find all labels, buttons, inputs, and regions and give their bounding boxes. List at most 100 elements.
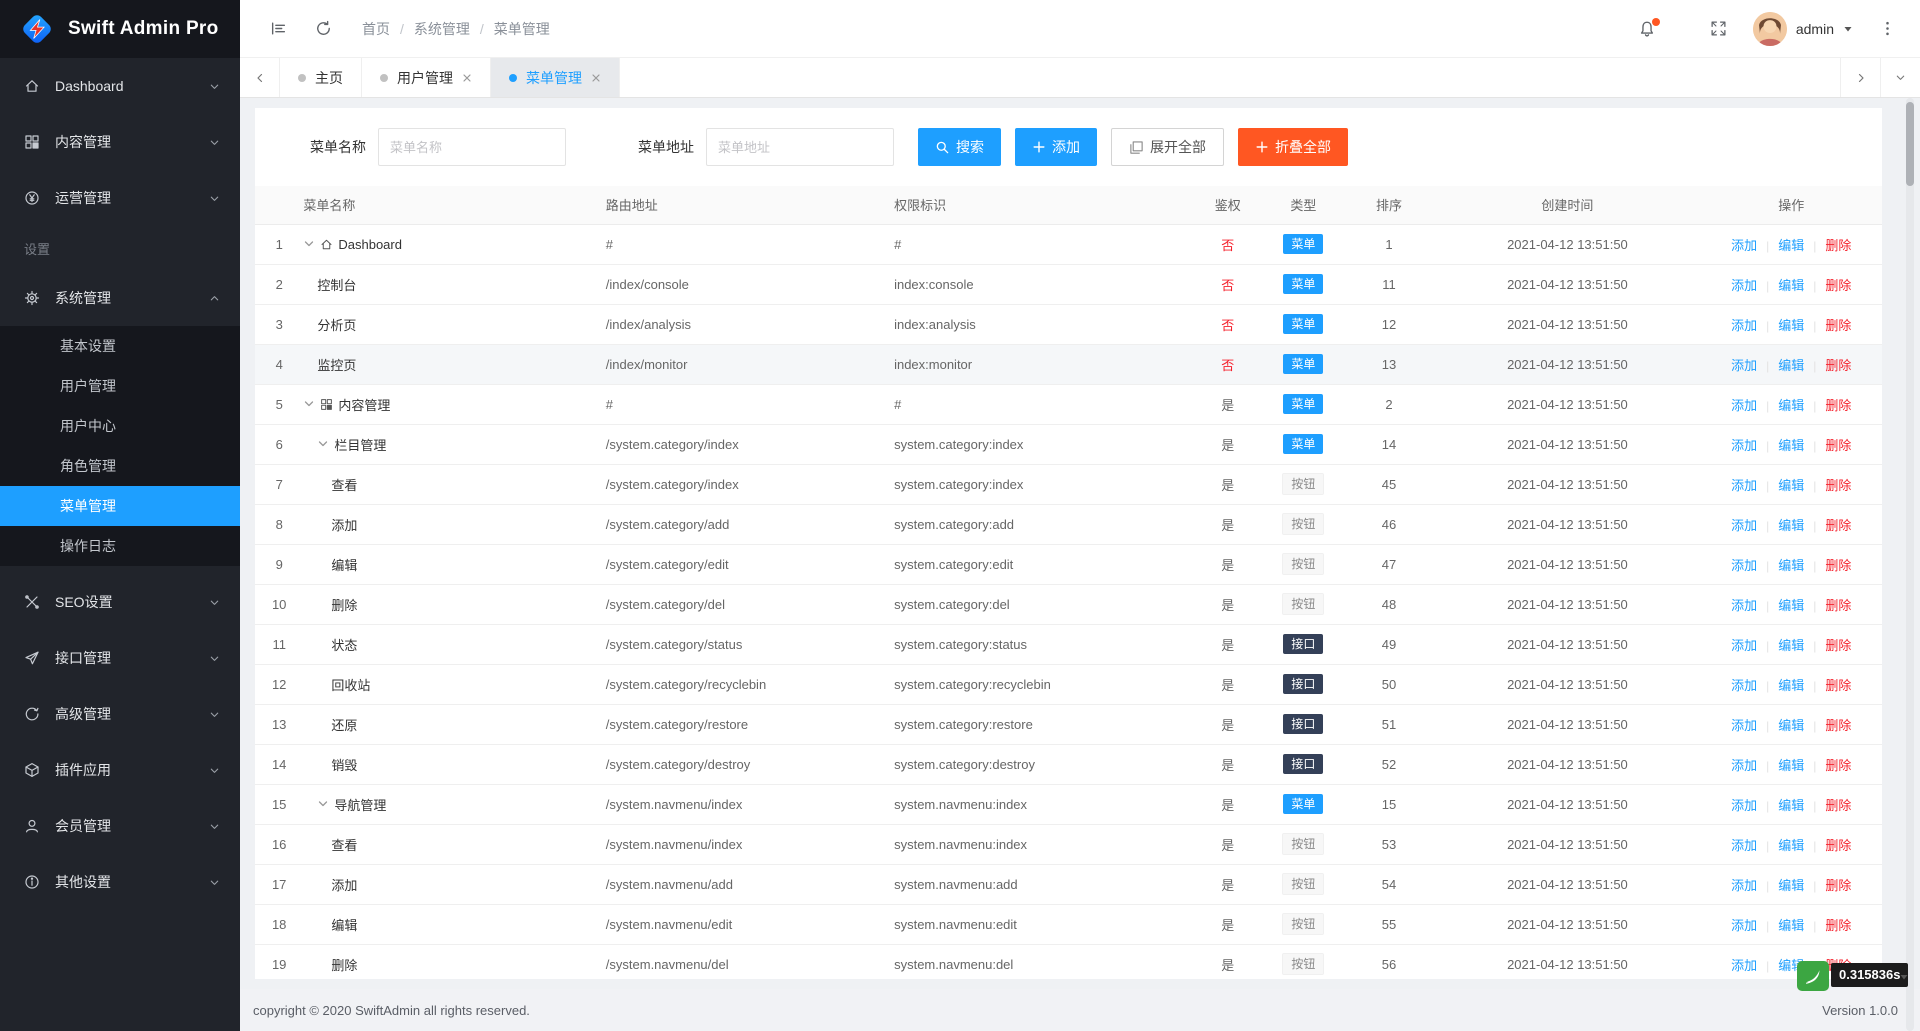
row-delete-link[interactable]: 删除 xyxy=(1825,918,1851,933)
tab-主页[interactable]: 主页 xyxy=(280,58,362,97)
row-add-link[interactable]: 添加 xyxy=(1731,758,1757,773)
row-edit-link[interactable]: 编辑 xyxy=(1778,398,1804,413)
sidebar-subitem-用户中心[interactable]: 用户中心 xyxy=(0,406,240,446)
sidebar-collapse-icon[interactable] xyxy=(270,20,287,37)
tabs-scroll-right-icon[interactable] xyxy=(1840,58,1880,97)
row-delete-link[interactable]: 删除 xyxy=(1825,798,1851,813)
breadcrumb-home[interactable]: 首页 xyxy=(362,19,390,39)
menu-url-input[interactable] xyxy=(706,128,894,166)
row-add-link[interactable]: 添加 xyxy=(1731,398,1757,413)
breadcrumb-system[interactable]: 系统管理 xyxy=(414,19,470,39)
row-edit-link[interactable]: 编辑 xyxy=(1778,318,1804,333)
row-edit-link[interactable]: 编辑 xyxy=(1778,278,1804,293)
row-add-link[interactable]: 添加 xyxy=(1731,838,1757,853)
row-delete-link[interactable]: 删除 xyxy=(1825,598,1851,613)
notification-bell-icon[interactable] xyxy=(1638,17,1660,38)
row-edit-link[interactable]: 编辑 xyxy=(1778,438,1804,453)
row-add-link[interactable]: 添加 xyxy=(1731,678,1757,693)
close-tab-icon[interactable] xyxy=(462,73,472,83)
row-edit-link[interactable]: 编辑 xyxy=(1778,598,1804,613)
row-delete-link[interactable]: 删除 xyxy=(1825,358,1851,373)
sidebar-subitem-菜单管理[interactable]: 菜单管理 xyxy=(0,486,240,526)
row-add-link[interactable]: 添加 xyxy=(1731,638,1757,653)
menu-name-input[interactable] xyxy=(378,128,566,166)
sidebar-item-内容管理[interactable]: 内容管理 xyxy=(0,114,240,170)
row-edit-link[interactable]: 编辑 xyxy=(1778,878,1804,893)
row-delete-link[interactable]: 删除 xyxy=(1825,678,1851,693)
scrollbar-thumb[interactable] xyxy=(1906,102,1914,186)
close-tab-icon[interactable] xyxy=(591,73,601,83)
sidebar-subitem-用户管理[interactable]: 用户管理 xyxy=(0,366,240,406)
row-add-link[interactable]: 添加 xyxy=(1731,518,1757,533)
row-add-link[interactable]: 添加 xyxy=(1731,478,1757,493)
row-add-link[interactable]: 添加 xyxy=(1731,878,1757,893)
row-add-link[interactable]: 添加 xyxy=(1731,558,1757,573)
sidebar-subitem-角色管理[interactable]: 角色管理 xyxy=(0,446,240,486)
sidebar-item-高级管理[interactable]: 高级管理 xyxy=(0,686,240,742)
row-delete-link[interactable]: 删除 xyxy=(1825,558,1851,573)
row-delete-link[interactable]: 删除 xyxy=(1825,518,1851,533)
search-button[interactable]: 搜索 xyxy=(918,128,1001,166)
row-edit-link[interactable]: 编辑 xyxy=(1778,238,1804,253)
row-add-link[interactable]: 添加 xyxy=(1731,358,1757,373)
row-edit-link[interactable]: 编辑 xyxy=(1778,758,1804,773)
user-menu[interactable]: admin xyxy=(1752,11,1853,46)
tabs-scroll-left-icon[interactable] xyxy=(240,58,280,97)
row-delete-link[interactable]: 删除 xyxy=(1825,478,1851,493)
row-delete-link[interactable]: 删除 xyxy=(1825,838,1851,853)
sidebar-item-系统管理[interactable]: 系统管理 xyxy=(0,270,240,326)
performance-badge-icon[interactable] xyxy=(1797,961,1829,991)
row-add-link[interactable]: 添加 xyxy=(1731,798,1757,813)
row-edit-link[interactable]: 编辑 xyxy=(1778,678,1804,693)
performance-caret-icon[interactable] xyxy=(1899,972,1909,982)
row-edit-link[interactable]: 编辑 xyxy=(1778,718,1804,733)
row-delete-link[interactable]: 删除 xyxy=(1825,238,1851,253)
row-add-link[interactable]: 添加 xyxy=(1731,318,1757,333)
sidebar-item-接口管理[interactable]: 接口管理 xyxy=(0,630,240,686)
row-delete-link[interactable]: 删除 xyxy=(1825,438,1851,453)
scrollbar-track[interactable] xyxy=(1906,98,1914,1031)
row-edit-link[interactable]: 编辑 xyxy=(1778,518,1804,533)
row-add-link[interactable]: 添加 xyxy=(1731,238,1757,253)
tree-expand-icon[interactable] xyxy=(317,438,334,450)
row-edit-link[interactable]: 编辑 xyxy=(1778,918,1804,933)
sidebar-item-Dashboard[interactable]: Dashboard xyxy=(0,58,240,114)
row-delete-link[interactable]: 删除 xyxy=(1825,878,1851,893)
sidebar-item-会员管理[interactable]: 会员管理 xyxy=(0,798,240,854)
row-edit-link[interactable]: 编辑 xyxy=(1778,358,1804,373)
row-add-link[interactable]: 添加 xyxy=(1731,598,1757,613)
row-delete-link[interactable]: 删除 xyxy=(1825,638,1851,653)
sidebar-item-SEO设置[interactable]: SEO设置 xyxy=(0,574,240,630)
row-delete-link[interactable]: 删除 xyxy=(1825,758,1851,773)
row-delete-link[interactable]: 删除 xyxy=(1825,718,1851,733)
sidebar-item-运营管理[interactable]: 运营管理 xyxy=(0,170,240,226)
sidebar-subitem-操作日志[interactable]: 操作日志 xyxy=(0,526,240,566)
row-delete-link[interactable]: 删除 xyxy=(1825,318,1851,333)
tree-expand-icon[interactable] xyxy=(303,398,320,410)
add-button[interactable]: 添加 xyxy=(1015,128,1097,166)
collapse-all-button[interactable]: 折叠全部 xyxy=(1238,128,1348,166)
row-add-link[interactable]: 添加 xyxy=(1731,718,1757,733)
tabs-dropdown-icon[interactable] xyxy=(1880,58,1920,97)
tab-用户管理[interactable]: 用户管理 xyxy=(362,58,491,97)
row-edit-link[interactable]: 编辑 xyxy=(1778,478,1804,493)
sidebar-item-其他设置[interactable]: 其他设置 xyxy=(0,854,240,910)
row-delete-link[interactable]: 删除 xyxy=(1825,398,1851,413)
row-add-link[interactable]: 添加 xyxy=(1731,918,1757,933)
expand-all-button[interactable]: 展开全部 xyxy=(1111,128,1224,166)
row-add-link[interactable]: 添加 xyxy=(1731,278,1757,293)
sidebar-subitem-基本设置[interactable]: 基本设置 xyxy=(0,326,240,366)
row-delete-link[interactable]: 删除 xyxy=(1825,278,1851,293)
more-options-icon[interactable] xyxy=(1879,20,1896,37)
row-add-link[interactable]: 添加 xyxy=(1731,438,1757,453)
refresh-icon[interactable] xyxy=(315,20,332,37)
row-edit-link[interactable]: 编辑 xyxy=(1778,838,1804,853)
row-edit-link[interactable]: 编辑 xyxy=(1778,798,1804,813)
tree-expand-icon[interactable] xyxy=(303,238,320,250)
row-edit-link[interactable]: 编辑 xyxy=(1778,558,1804,573)
tree-expand-icon[interactable] xyxy=(317,798,334,810)
tab-菜单管理[interactable]: 菜单管理 xyxy=(491,58,620,97)
row-add-link[interactable]: 添加 xyxy=(1731,958,1757,973)
sidebar-item-插件应用[interactable]: 插件应用 xyxy=(0,742,240,798)
fullscreen-icon[interactable] xyxy=(1710,20,1727,37)
